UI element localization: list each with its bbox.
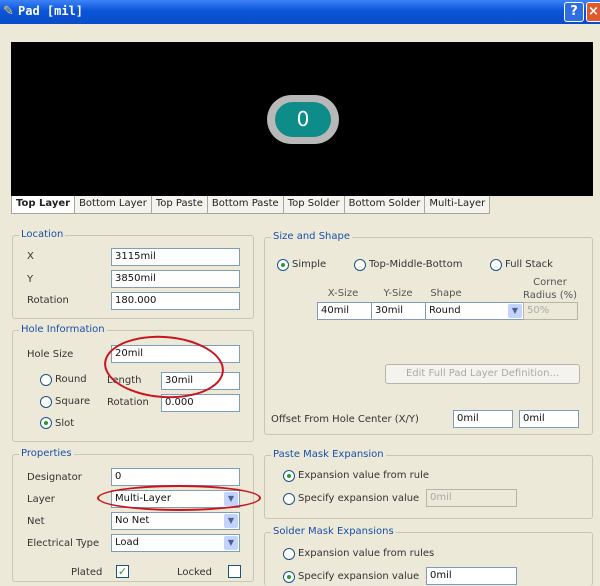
pad-tool-icon: ✎ — [3, 4, 14, 19]
top-middle-bottom-radio[interactable] — [354, 259, 366, 271]
tab-bottom-paste[interactable]: Bottom Paste — [206, 196, 284, 214]
tab-top-solder[interactable]: Top Solder — [282, 196, 345, 214]
electrical-type-select[interactable]: Load ▼ — [111, 534, 240, 552]
annotation-ellipse-layer — [97, 485, 261, 511]
rotation-input[interactable]: 180.000 — [111, 292, 240, 310]
pad-preview: 0 — [11, 42, 593, 196]
square-label: Square — [55, 396, 91, 407]
shape-select[interactable]: Round ▼ — [425, 302, 524, 320]
electrical-type-value: Load — [115, 537, 139, 548]
hole-rotation-label: Rotation — [107, 397, 149, 408]
plated-checkbox[interactable]: ✓ — [116, 565, 129, 578]
help-button[interactable]: ? — [564, 2, 584, 22]
rotation-label: Rotation — [27, 295, 69, 306]
designator-label: Designator — [27, 472, 82, 483]
paste-specify-label: Specify expansion value — [298, 493, 420, 504]
close-button[interactable]: × — [586, 2, 600, 22]
tab-top-paste[interactable]: Top Paste — [150, 196, 208, 214]
solder-mask-group: Solder Mask Expansions Expansion value f… — [264, 526, 593, 586]
tab-bottom-layer[interactable]: Bottom Layer — [74, 196, 152, 214]
solder-rule-label: Expansion value from rules — [298, 548, 435, 559]
x-input[interactable]: 3115mil — [111, 248, 240, 266]
paste-mask-group: Paste Mask Expansion Expansion value fro… — [264, 449, 593, 519]
corner-radius-input[interactable]: 50% — [523, 302, 578, 320]
paste-rule-radio[interactable] — [283, 470, 295, 482]
round-radio[interactable] — [40, 374, 52, 386]
y-size-input[interactable]: 30mil — [371, 302, 426, 320]
x-size-input[interactable]: 40mil — [317, 302, 372, 320]
edit-full-pad-layer-button[interactable]: Edit Full Pad Layer Definition... — [385, 364, 580, 384]
electrical-type-label: Electrical Type — [27, 538, 100, 549]
x-label: X — [27, 251, 34, 262]
solder-specify-radio[interactable] — [283, 571, 295, 583]
properties-title: Properties — [19, 448, 74, 459]
net-select[interactable]: No Net ▼ — [111, 512, 240, 530]
plated-label: Plated — [71, 567, 103, 578]
solder-specify-input[interactable]: 0mil — [426, 567, 517, 585]
layer-tabs: Top Layer Bottom Layer Top Paste Bottom … — [11, 196, 491, 214]
tab-multi-layer[interactable]: Multi-Layer — [424, 196, 491, 214]
chevron-down-icon[interactable]: ▼ — [508, 304, 522, 318]
size-and-shape-group: Size and Shape Simple Top-Middle-Bottom … — [264, 231, 593, 435]
round-label: Round — [55, 374, 87, 385]
top-middle-bottom-label: Top-Middle-Bottom — [369, 259, 463, 270]
size-and-shape-title: Size and Shape — [271, 231, 353, 242]
full-stack-label: Full Stack — [505, 259, 553, 270]
solder-specify-label: Specify expansion value — [298, 571, 420, 582]
solder-mask-title: Solder Mask Expansions — [271, 526, 396, 537]
paste-specify-input[interactable]: 0mil — [426, 489, 517, 507]
shape-select-value: Round — [429, 305, 461, 316]
locked-checkbox[interactable] — [228, 565, 241, 578]
pad-shape-label: 0 — [275, 102, 331, 137]
paste-rule-label: Expansion value from rule — [298, 470, 429, 481]
shape-header: Shape — [430, 288, 462, 299]
solder-rule-radio[interactable] — [283, 548, 295, 560]
offset-label: Offset From Hole Center (X/Y) — [271, 414, 419, 425]
simple-label: Simple — [292, 259, 327, 270]
location-group: Location X 3115mil Y 3850mil Rotation 18… — [12, 229, 254, 319]
y-label: Y — [27, 274, 34, 285]
locked-label: Locked — [177, 567, 212, 578]
location-title: Location — [19, 229, 66, 240]
slot-label: Slot — [55, 418, 75, 429]
y-size-header: Y-Size — [383, 288, 413, 299]
y-input[interactable]: 3850mil — [111, 270, 240, 288]
hole-information-title: Hole Information — [19, 324, 107, 335]
paste-specify-radio[interactable] — [283, 493, 295, 505]
hole-size-label: Hole Size — [27, 349, 74, 360]
square-radio[interactable] — [40, 396, 52, 408]
corner-radius-header: Corner Radius (%) — [522, 277, 577, 301]
window-title: Pad [mil] — [18, 4, 84, 18]
paste-mask-title: Paste Mask Expansion — [271, 449, 386, 460]
chevron-down-icon[interactable]: ▼ — [224, 514, 238, 528]
net-label: Net — [27, 516, 45, 527]
properties-group: Properties Designator 0 Layer Multi-Laye… — [12, 448, 254, 582]
chevron-down-icon[interactable]: ▼ — [224, 536, 238, 550]
offset-x-input[interactable]: 0mil — [453, 410, 513, 428]
net-select-value: No Net — [115, 515, 150, 526]
offset-y-input[interactable]: 0mil — [519, 410, 579, 428]
tab-top-layer[interactable]: Top Layer — [11, 196, 76, 214]
designator-input[interactable]: 0 — [111, 468, 240, 486]
slot-radio[interactable] — [40, 417, 52, 429]
tab-bottom-solder[interactable]: Bottom Solder — [343, 196, 426, 214]
full-stack-radio[interactable] — [490, 259, 502, 271]
simple-radio[interactable] — [277, 259, 289, 271]
x-size-header: X-Size — [327, 288, 359, 299]
title-bar: ✎ Pad [mil] ? × — [0, 0, 600, 24]
layer-label: Layer — [27, 494, 55, 505]
